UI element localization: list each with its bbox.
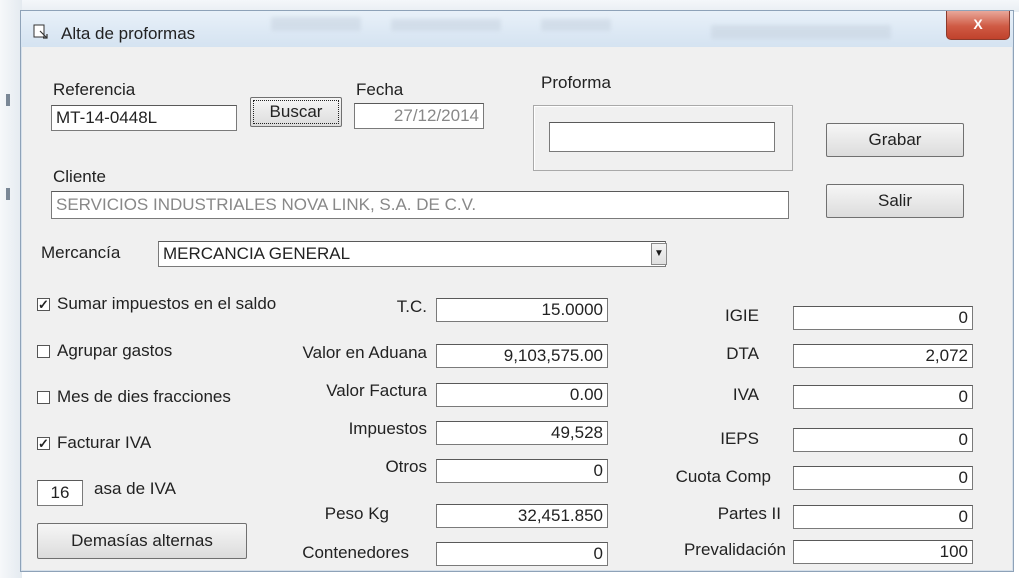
- impuestos-input[interactable]: 49,528: [436, 421, 608, 445]
- desktop-left-edge: [0, 0, 22, 578]
- prevalidacion-input[interactable]: 100: [793, 540, 973, 564]
- sumar-impuestos-label: Sumar impuestos en el saldo: [57, 294, 277, 313]
- sumar-impuestos-checkbox[interactable]: ✓: [37, 298, 50, 311]
- ieps-label: IEPS: [720, 429, 759, 448]
- close-button[interactable]: X: [946, 11, 1010, 40]
- background-blur: [271, 17, 361, 31]
- mercancia-label: Mercancía: [41, 243, 121, 262]
- contenedores-input[interactable]: 0: [436, 542, 608, 566]
- edge-marker: [6, 94, 10, 106]
- cliente-input[interactable]: SERVICIOS INDUSTRIALES NOVA LINK, S.A. D…: [51, 191, 789, 219]
- tc-label: T.C.: [396, 297, 427, 316]
- partes-label: Partes II: [717, 504, 781, 523]
- proforma-input[interactable]: [549, 122, 775, 152]
- igie-label: IGIE: [724, 306, 759, 325]
- chevron-down-icon[interactable]: ▼: [651, 243, 667, 265]
- form-icon: [33, 24, 48, 39]
- background-blur: [711, 25, 891, 39]
- fecha-input[interactable]: 27/12/2014: [354, 103, 484, 129]
- fecha-label: Fecha: [356, 80, 404, 99]
- dta-label: DTA: [726, 344, 759, 363]
- referencia-input[interactable]: MT-14-0448L: [51, 105, 237, 131]
- partes-input[interactable]: 0: [793, 505, 973, 529]
- salir-label: Salir: [877, 191, 912, 210]
- cliente-label: Cliente: [53, 167, 106, 186]
- otros-label: Otros: [385, 457, 427, 476]
- salir-button[interactable]: Salir: [826, 184, 964, 218]
- facturar-iva-label: Facturar IVA: [57, 433, 152, 452]
- impuestos-label: Impuestos: [348, 419, 427, 438]
- valor-factura-label: Valor Factura: [326, 381, 427, 400]
- iva-label: IVA: [732, 385, 759, 404]
- mercancia-select[interactable]: MERCANCIA GENERAL: [158, 241, 666, 267]
- proforma-label: Proforma: [541, 73, 611, 92]
- ieps-input[interactable]: 0: [793, 428, 973, 452]
- facturar-iva-checkbox[interactable]: ✓: [37, 437, 50, 450]
- peso-input[interactable]: 32,451.850: [436, 504, 608, 528]
- form-content: Referencia MT-14-0448L Buscar Fecha 27/1…: [21, 47, 1013, 571]
- demasias-button[interactable]: Demasías alternas: [37, 523, 247, 559]
- grabar-button[interactable]: Grabar: [826, 123, 964, 157]
- valor-aduana-label: Valor en Aduana: [302, 343, 427, 362]
- tasa-iva-input[interactable]: 16: [37, 480, 83, 506]
- window-title: Alta de proformas: [61, 24, 196, 43]
- close-icon: X: [973, 16, 983, 32]
- background-blur: [391, 19, 501, 31]
- cuota-comp-input[interactable]: 0: [793, 466, 973, 490]
- valor-factura-input[interactable]: 0.00: [436, 383, 608, 407]
- title-bar: Alta de proformas X: [21, 11, 1013, 47]
- mes-diez-checkbox[interactable]: [37, 391, 50, 404]
- prevalidacion-label: Prevalidación: [683, 540, 786, 559]
- proforma-window: Alta de proformas X Referencia MT-14-044…: [20, 10, 1014, 572]
- referencia-label: Referencia: [53, 80, 136, 99]
- buscar-button[interactable]: Buscar: [250, 97, 342, 127]
- buscar-label: Buscar: [253, 100, 339, 124]
- igie-input[interactable]: 0: [793, 306, 973, 330]
- demasias-label: Demasías alternas: [71, 531, 213, 550]
- peso-label: Peso Kg: [324, 504, 389, 523]
- otros-input[interactable]: 0: [436, 459, 608, 483]
- valor-aduana-input[interactable]: 9,103,575.00: [436, 344, 608, 368]
- iva-input[interactable]: 0: [793, 385, 973, 409]
- tasa-iva-label: asa de IVA: [94, 479, 176, 498]
- tc-input[interactable]: 15.0000: [436, 298, 608, 322]
- agrupar-gastos-checkbox[interactable]: [37, 345, 50, 358]
- contenedores-label: Contenedores: [302, 543, 409, 562]
- mes-diez-label: Mes de dies fracciones: [57, 387, 231, 406]
- cuota-comp-label: Cuota Comp: [675, 467, 771, 486]
- dta-input[interactable]: 2,072: [793, 344, 973, 368]
- edge-marker: [6, 188, 10, 200]
- grabar-label: Grabar: [868, 130, 922, 149]
- agrupar-gastos-label: Agrupar gastos: [57, 341, 173, 360]
- background-blur: [541, 19, 611, 31]
